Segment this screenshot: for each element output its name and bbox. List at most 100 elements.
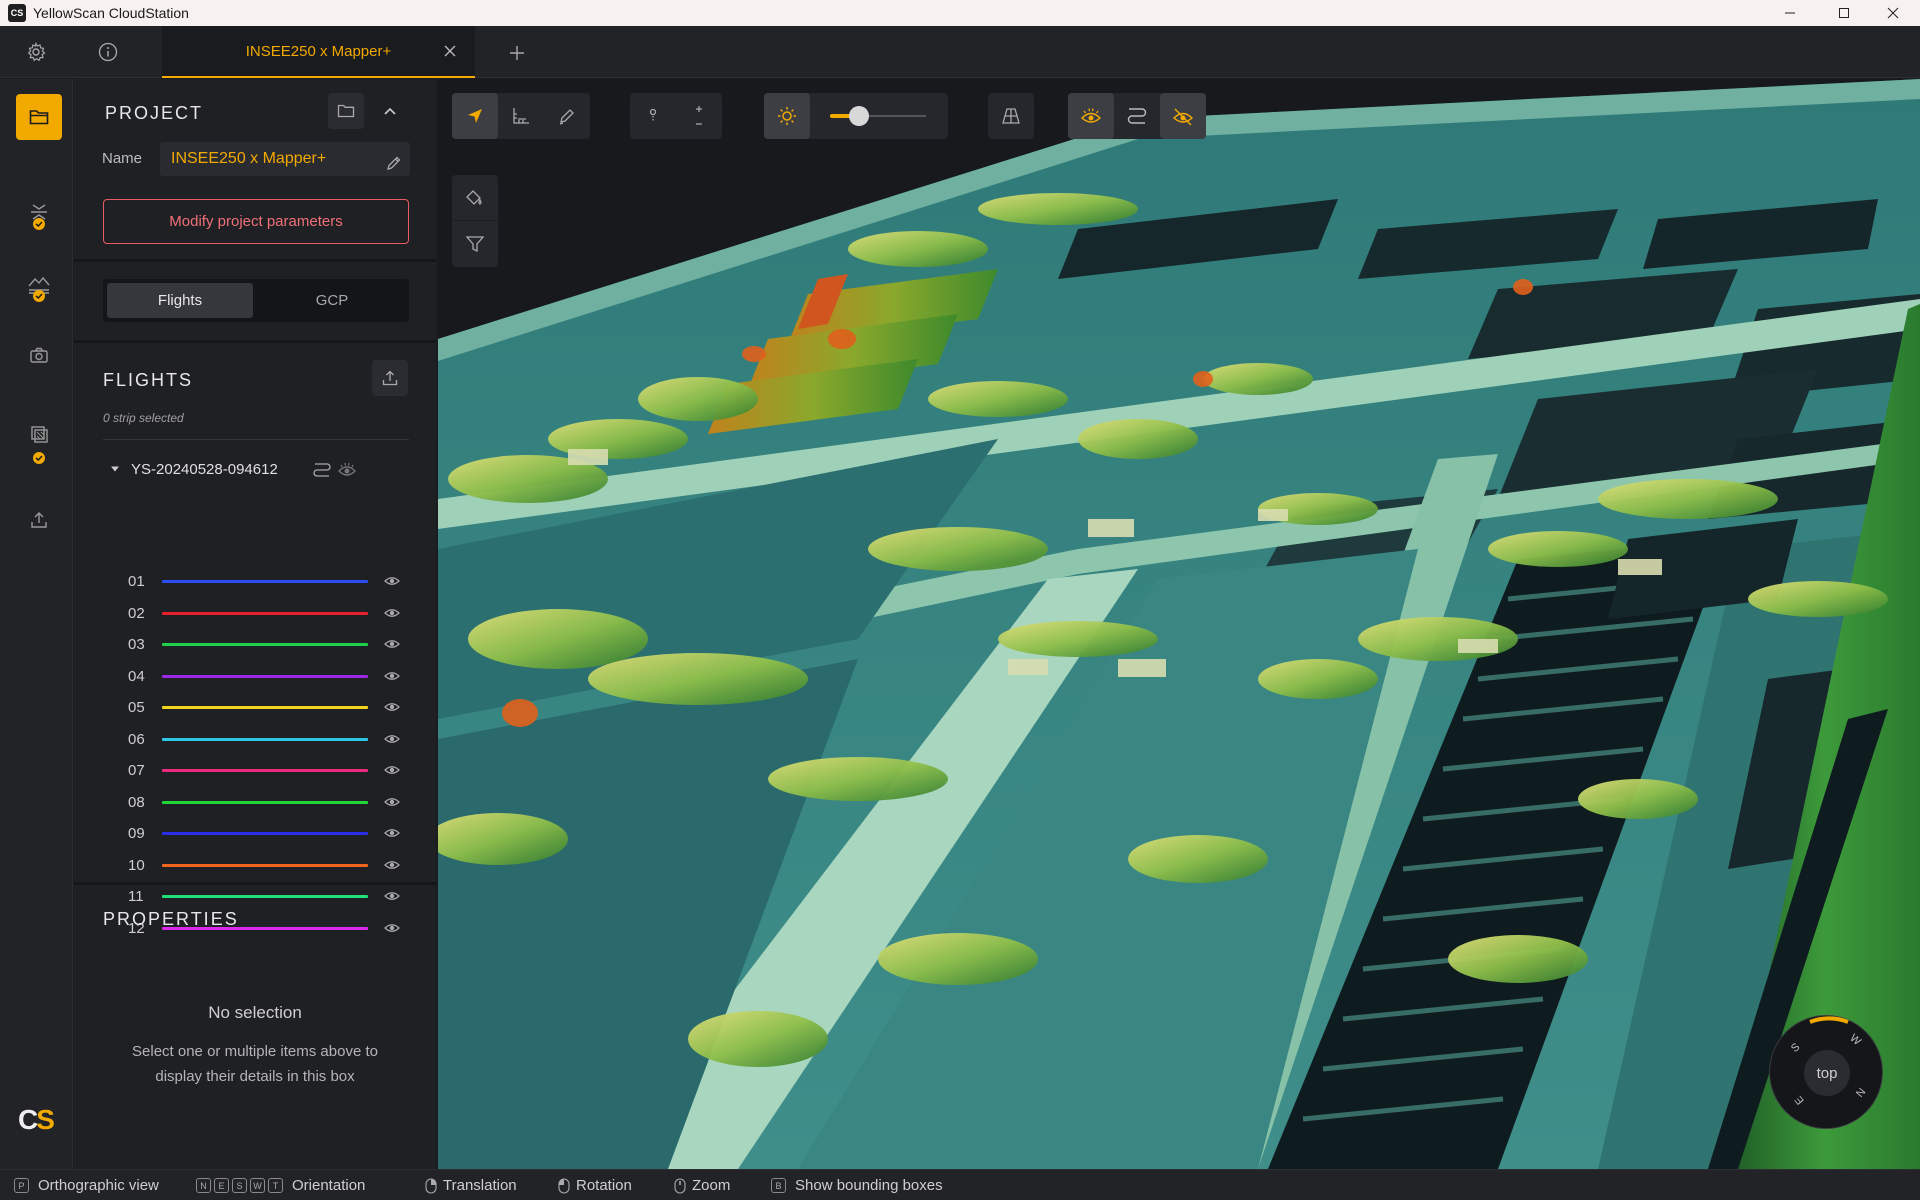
- point-info-button[interactable]: [630, 93, 676, 139]
- side-tools: [452, 175, 498, 267]
- strip-row[interactable]: 02: [74, 601, 436, 625]
- compass-top-view-button[interactable]: top: [1804, 1050, 1850, 1096]
- eye-icon[interactable]: [384, 636, 400, 652]
- strip-row[interactable]: 06: [74, 727, 436, 751]
- show-trajectory-button[interactable]: [1114, 93, 1160, 139]
- strip-color-line: [162, 706, 368, 709]
- trajectory-icon[interactable]: [312, 460, 332, 480]
- open-folder-button[interactable]: [328, 93, 364, 129]
- import-flight-button[interactable]: [372, 360, 408, 396]
- tab-gcp[interactable]: GCP: [259, 283, 405, 318]
- point-size-stepper[interactable]: [676, 93, 722, 139]
- eye-icon[interactable]: [384, 573, 400, 589]
- tab-close-button[interactable]: [439, 40, 461, 62]
- hide-points-button[interactable]: [1160, 93, 1206, 139]
- close-icon: [444, 45, 456, 57]
- window-titlebar: CS YellowScan CloudStation: [0, 0, 1920, 26]
- navigation-tools: [452, 93, 590, 139]
- flights-gcp-switch: Flights GCP: [103, 279, 409, 322]
- strip-row[interactable]: 11: [74, 884, 436, 908]
- strip-number: 03: [128, 636, 145, 653]
- section-divider: [74, 882, 436, 885]
- eye-icon[interactable]: [384, 794, 400, 810]
- properties-section-title: PROPERTIES: [103, 909, 239, 929]
- project-section-title: PROJECT: [105, 103, 204, 123]
- show-points-button[interactable]: [1068, 93, 1114, 139]
- key-b: B: [771, 1178, 786, 1193]
- tab-flights[interactable]: Flights: [107, 283, 253, 318]
- tab-label: INSEE250 x Mapper+: [245, 42, 392, 60]
- hint-label: Orientation: [292, 1177, 366, 1194]
- key-p: P: [14, 1178, 29, 1193]
- strip-row[interactable]: 07: [74, 758, 436, 782]
- strip-row[interactable]: 04: [74, 664, 436, 688]
- no-selection-hint: Select one or multiple items above to di…: [132, 1043, 378, 1085]
- eye-icon[interactable]: [384, 857, 400, 873]
- select-tool-button[interactable]: [452, 93, 498, 139]
- close-icon: [1887, 7, 1899, 19]
- eye-icon[interactable]: [384, 825, 400, 841]
- rail-camera-button[interactable]: [16, 332, 62, 378]
- strip-row[interactable]: 10: [74, 853, 436, 877]
- visibility-all-icon[interactable]: [337, 460, 357, 480]
- maximize-button[interactable]: [1817, 0, 1871, 26]
- strip-color-line: [162, 863, 368, 867]
- hint-orthographic: P Orthographic view: [14, 1170, 159, 1200]
- minimize-button[interactable]: [1763, 0, 1817, 26]
- strip-row[interactable]: 08: [74, 790, 436, 814]
- hint-label: Translation: [443, 1177, 517, 1194]
- eye-icon[interactable]: [384, 888, 400, 904]
- view-compass[interactable]: top S W N E: [1769, 1015, 1883, 1129]
- eye-icon[interactable]: [384, 920, 400, 936]
- camera-icon: [30, 347, 48, 363]
- upload-icon: [31, 512, 47, 528]
- gear-icon: [27, 42, 46, 62]
- strip-row[interactable]: 03: [74, 632, 436, 656]
- rail-export-button[interactable]: [16, 497, 62, 543]
- strip-row[interactable]: 09: [74, 821, 436, 845]
- strip-row[interactable]: 01: [74, 569, 436, 593]
- close-window-button[interactable]: [1866, 0, 1920, 26]
- strip-number: 07: [128, 762, 145, 779]
- strip-number: 06: [128, 730, 145, 748]
- perspective-grid-icon: [1002, 108, 1020, 124]
- modify-project-parameters-button[interactable]: Modify project parameters: [103, 199, 409, 244]
- perspective-grid-button[interactable]: [988, 93, 1034, 139]
- brightness-button[interactable]: [764, 93, 810, 139]
- eye-icon[interactable]: [384, 731, 400, 747]
- strip-color-line: [162, 895, 368, 898]
- point-cloud-viewport[interactable]: top S W N E: [438, 79, 1920, 1169]
- measure-tool-button[interactable]: [498, 93, 544, 139]
- info-button[interactable]: [78, 26, 138, 78]
- strip-row[interactable]: 05: [74, 695, 436, 719]
- collapse-project-button[interactable]: [372, 93, 408, 129]
- flight-row[interactable]: YS-20240528-094612: [110, 459, 410, 483]
- rail-classification-button[interactable]: [16, 411, 62, 457]
- filter-button[interactable]: [452, 221, 498, 267]
- tab-bar: INSEE250 x Mapper+: [0, 26, 1920, 78]
- rail-project-button[interactable]: [16, 94, 62, 140]
- hint-label: Rotation: [576, 1177, 632, 1194]
- upload-icon: [382, 370, 398, 386]
- annotate-tool-button[interactable]: [544, 93, 590, 139]
- pen-icon: [559, 109, 574, 125]
- strip-number: 02: [128, 604, 145, 622]
- settings-button[interactable]: [6, 26, 66, 78]
- visibility-tools: [1068, 93, 1206, 139]
- eye-icon[interactable]: [384, 668, 400, 684]
- project-name-field[interactable]: INSEE250 x Mapper+: [160, 142, 410, 176]
- tab-project[interactable]: INSEE250 x Mapper+: [162, 26, 475, 78]
- hint-translation: Translation: [425, 1170, 517, 1200]
- edit-name-button[interactable]: [386, 150, 402, 184]
- strip-number: 09: [128, 825, 145, 842]
- layers-grid-icon: [31, 426, 48, 443]
- eye-icon[interactable]: [384, 605, 400, 621]
- hint-bounding-boxes: B Show bounding boxes: [771, 1170, 943, 1200]
- eye-icon[interactable]: [384, 762, 400, 778]
- caret-down-icon[interactable]: [110, 465, 120, 473]
- slider-thumb[interactable]: [848, 106, 869, 126]
- strip-selection-status: 0 strip selected: [103, 411, 184, 425]
- eye-icon[interactable]: [384, 699, 400, 715]
- add-tab-button[interactable]: [500, 36, 534, 70]
- color-mode-button[interactable]: [452, 175, 498, 221]
